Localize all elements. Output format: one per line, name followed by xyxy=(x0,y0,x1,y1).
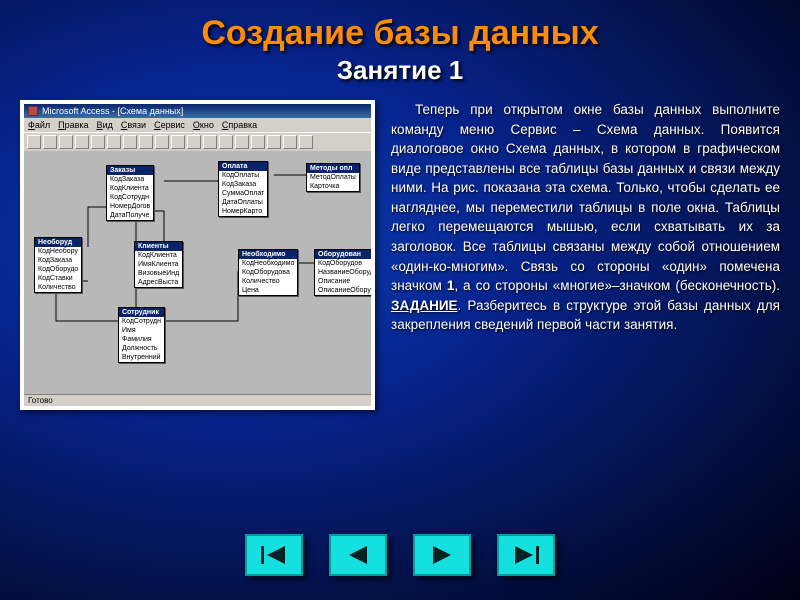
menu-item: Справка xyxy=(222,120,257,130)
db-table: ОборудованКодОборудовНазваниеОборудОписа… xyxy=(314,249,371,296)
table-field: Количество xyxy=(239,277,297,286)
db-table: Методы оплМетодОплатыКарточка xyxy=(306,163,360,192)
toolbar-button xyxy=(59,135,73,149)
toolbar-button xyxy=(299,135,313,149)
table-field: КодСотрудн xyxy=(119,317,164,326)
toolbar-button xyxy=(107,135,121,149)
table-field: КодНеобходимо xyxy=(239,259,297,268)
schema-canvas: ЗаказыКодЗаказаКодКлиентаКодСотруднНомер… xyxy=(24,151,371,394)
access-icon xyxy=(28,106,38,116)
table-field: ВизовыеИнд xyxy=(135,269,182,278)
table-field: Фамилия xyxy=(119,335,164,344)
toolbar-button xyxy=(187,135,201,149)
toolbar-button xyxy=(27,135,41,149)
toolbar-button xyxy=(283,135,297,149)
table-field: КодЗаказа xyxy=(219,180,267,189)
table-field: НомерДогов xyxy=(107,202,153,211)
toolbar-button xyxy=(251,135,265,149)
previous-slide-button[interactable] xyxy=(329,534,387,576)
table-header: Оборудован xyxy=(315,250,371,259)
table-field: КодОплаты xyxy=(219,171,267,180)
table-field: КодЗаказа xyxy=(107,175,153,184)
toolbar-button xyxy=(139,135,153,149)
toolbar-button xyxy=(155,135,169,149)
toolbar-button xyxy=(75,135,89,149)
db-table: НеобходимоКодНеобходимоКодОборудоваКолич… xyxy=(238,249,298,296)
table-field: Количество xyxy=(35,283,81,292)
table-field: КодКлиента xyxy=(107,184,153,193)
toolbar-button xyxy=(203,135,217,149)
slide-title: Создание базы данных xyxy=(20,14,780,53)
slide-body-text: Теперь при открытом окне базы данных вып… xyxy=(391,100,780,410)
slide-subtitle: Занятие 1 xyxy=(20,55,780,86)
app-titlebar: Microsoft Access - [Схема данных] xyxy=(24,104,371,118)
table-header: Заказы xyxy=(107,166,153,175)
toolbar-button xyxy=(171,135,185,149)
table-header: Сотрудник xyxy=(119,308,164,317)
table-field: КодОборудов xyxy=(315,259,371,268)
menu-item: Связи xyxy=(121,120,146,130)
table-field: ИмяКлиента xyxy=(135,260,182,269)
table-header: Методы опл xyxy=(307,164,359,173)
last-slide-button[interactable] xyxy=(497,534,555,576)
table-field: КодЗаказа xyxy=(35,256,81,265)
db-table: КлиентыКодКлиентаИмяКлиентаВизовыеИндАдр… xyxy=(134,241,183,288)
app-toolbar xyxy=(24,132,371,151)
toolbar-button xyxy=(43,135,57,149)
app-title: Microsoft Access - [Схема данных] xyxy=(42,106,183,116)
task-label: ЗАДАНИЕ xyxy=(391,298,458,313)
table-field: МетодОплаты xyxy=(307,173,359,182)
table-header: Необходимо xyxy=(239,250,297,259)
table-field: КодНеобору xyxy=(35,247,81,256)
table-field: Должность xyxy=(119,344,164,353)
last-icon xyxy=(511,544,541,566)
embedded-screenshot: Microsoft Access - [Схема данных] Файл Пр… xyxy=(20,100,375,410)
table-field: ДатаПолуче xyxy=(107,211,153,220)
table-field: АдресВыста xyxy=(135,278,182,287)
table-field: Карточка xyxy=(307,182,359,191)
table-field: Имя xyxy=(119,326,164,335)
toolbar-button xyxy=(91,135,105,149)
toolbar-button xyxy=(267,135,281,149)
table-header: Оплата xyxy=(219,162,267,171)
menu-item: Сервис xyxy=(154,120,185,130)
table-field: КодОборудова xyxy=(239,268,297,277)
paragraph-part-1: Теперь при открытом окне базы данных вып… xyxy=(391,102,780,293)
first-slide-button[interactable] xyxy=(245,534,303,576)
db-table: НеоборудКодНеоборуКодЗаказаКодОборудоКод… xyxy=(34,237,82,293)
table-field: НазваниеОборуд xyxy=(315,268,371,277)
db-table: ЗаказыКодЗаказаКодКлиентаКодСотруднНомер… xyxy=(106,165,154,221)
menu-item: Окно xyxy=(193,120,214,130)
app-statusbar: Готово xyxy=(24,394,371,406)
toolbar-button xyxy=(219,135,233,149)
menu-item: Правка xyxy=(58,120,88,130)
table-field: КодСотрудн xyxy=(107,193,153,202)
table-field: ДатаОплаты xyxy=(219,198,267,207)
table-field: Цена xyxy=(239,286,297,295)
table-field: КодКлиента xyxy=(135,251,182,260)
first-icon xyxy=(259,544,289,566)
table-field: КодОборудо xyxy=(35,265,81,274)
table-field: КодСтавки xyxy=(35,274,81,283)
prev-icon xyxy=(343,544,373,566)
table-field: Внутренний xyxy=(119,353,164,362)
app-menubar: Файл Правка Вид Связи Сервис Окно Справка xyxy=(24,118,371,132)
next-slide-button[interactable] xyxy=(413,534,471,576)
table-field: НомерКарто xyxy=(219,207,267,216)
paragraph-part-2: , а со стороны «многие»–значком (бесконе… xyxy=(454,278,780,293)
nav-bar xyxy=(245,534,555,576)
toolbar-button xyxy=(123,135,137,149)
table-field: СуммаОплат xyxy=(219,189,267,198)
toolbar-button xyxy=(235,135,249,149)
table-field: ОписаниеОбору xyxy=(315,286,371,295)
table-field: Описание xyxy=(315,277,371,286)
db-table: ОплатаКодОплатыКодЗаказаСуммаОплатДатаОп… xyxy=(218,161,268,217)
next-icon xyxy=(427,544,457,566)
menu-item: Вид xyxy=(97,120,113,130)
table-header: Необоруд xyxy=(35,238,81,247)
table-header: Клиенты xyxy=(135,242,182,251)
db-table: СотрудникКодСотруднИмяФамилияДолжностьВн… xyxy=(118,307,165,363)
menu-item: Файл xyxy=(28,120,50,130)
